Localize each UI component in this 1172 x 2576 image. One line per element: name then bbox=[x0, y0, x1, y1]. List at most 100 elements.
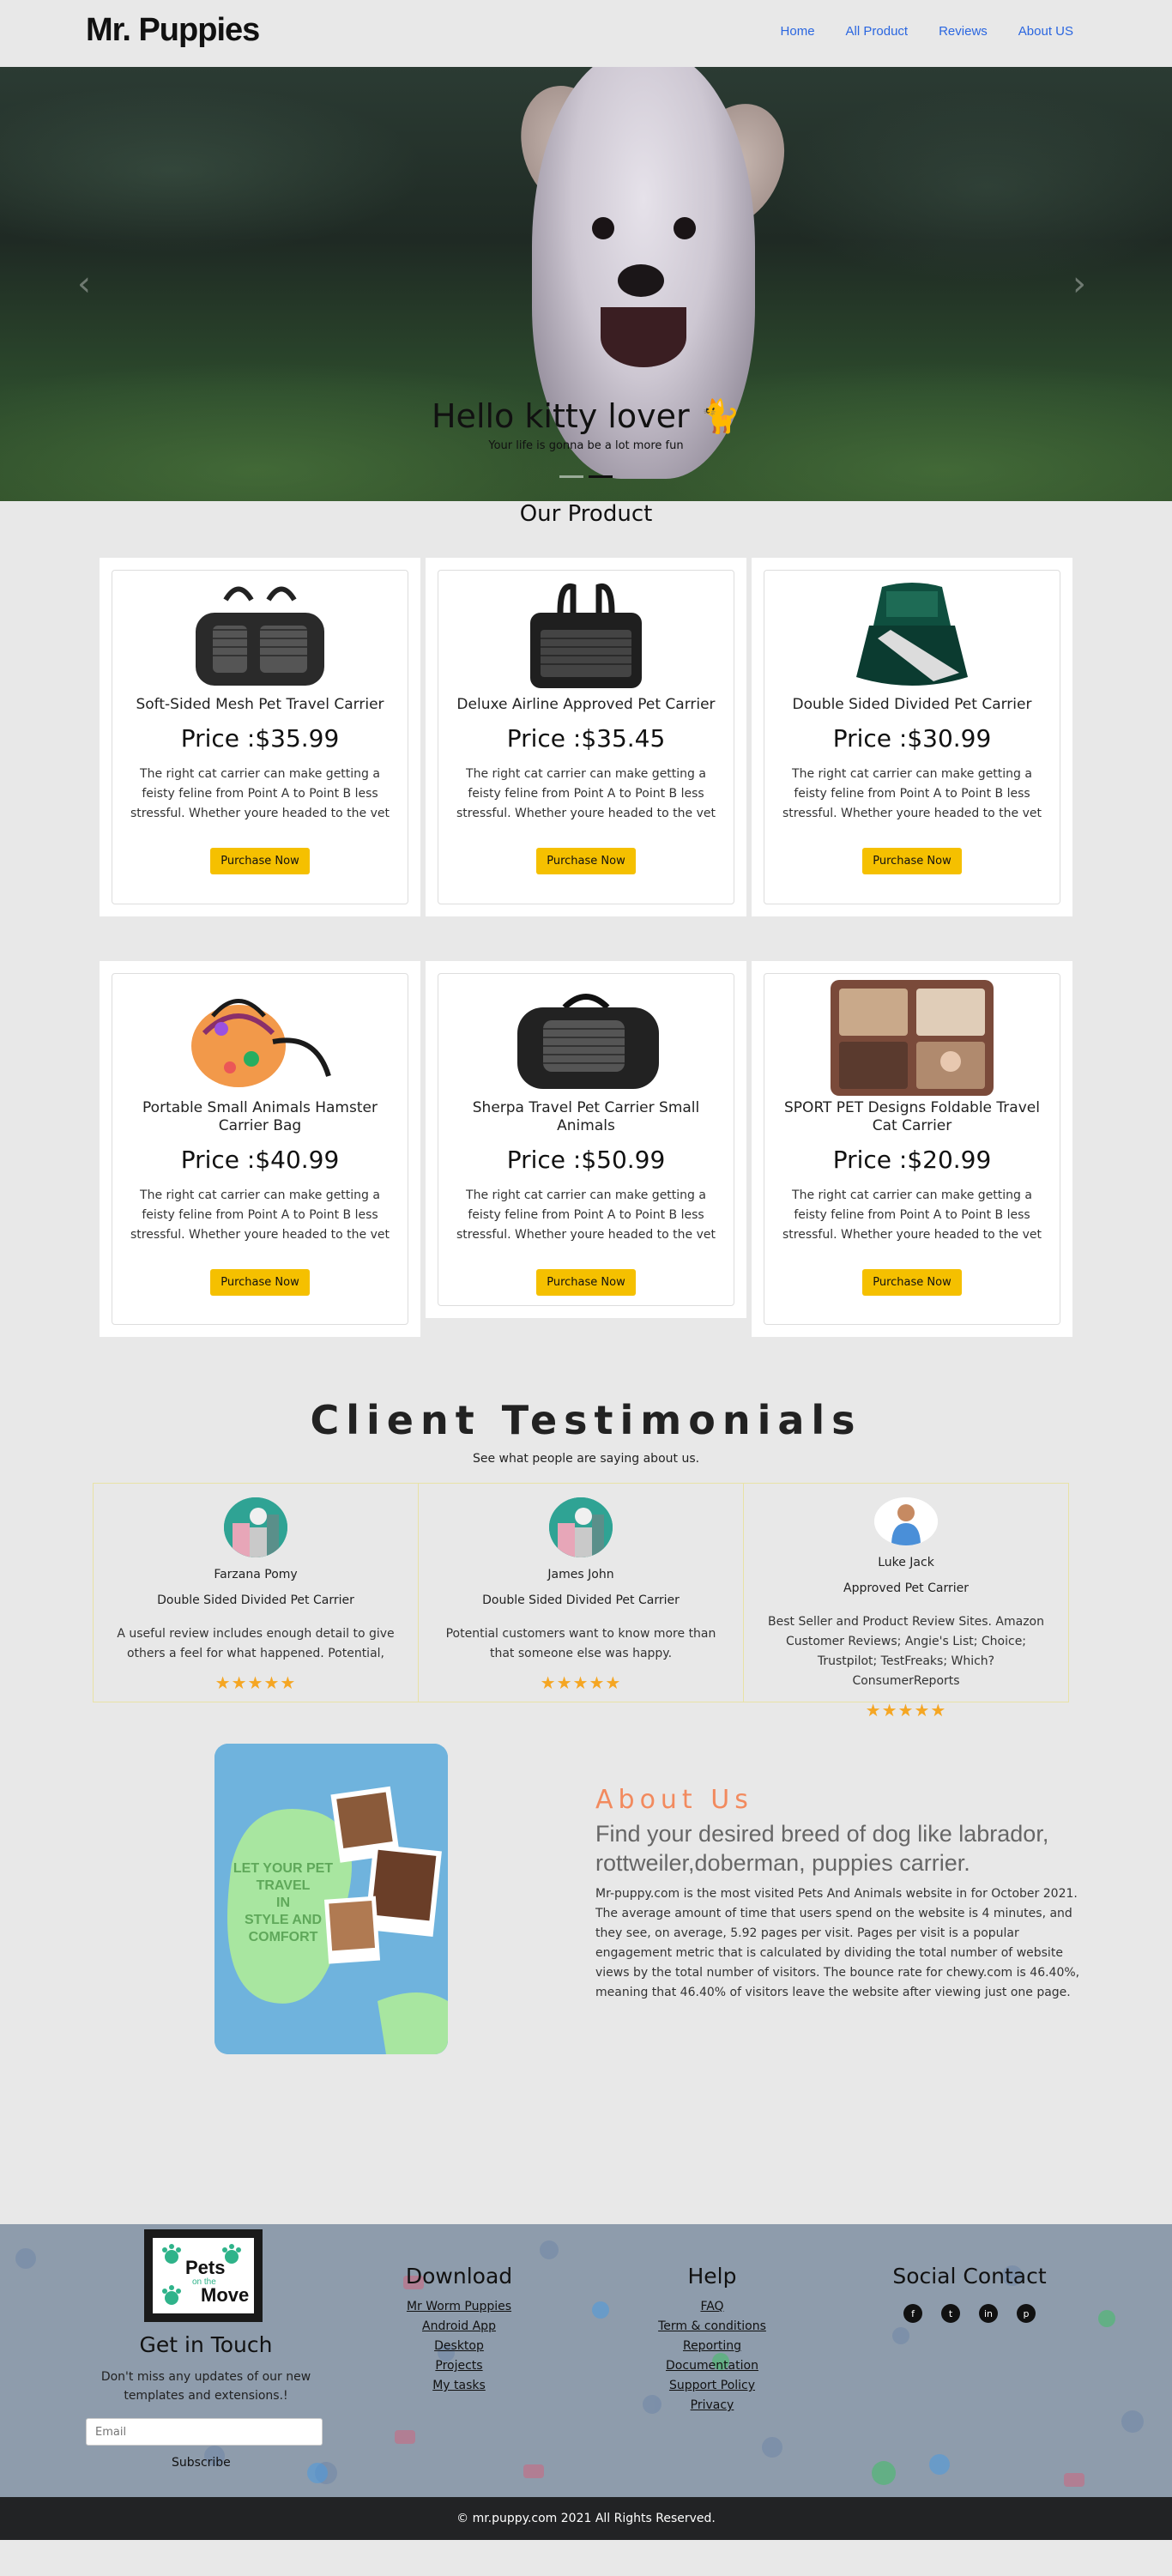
help-link-faq[interactable]: FAQ bbox=[635, 2297, 789, 2317]
help-link-support-policy[interactable]: Support Policy bbox=[635, 2376, 789, 2396]
avatar bbox=[549, 1497, 613, 1557]
about-subtitle: Find your desired breed of dog like labr… bbox=[595, 1821, 1049, 1876]
testimonial-card: James John Double Sided Divided Pet Carr… bbox=[419, 1484, 744, 1702]
testimonial-product: Double Sided Divided Pet Carrier bbox=[157, 1593, 354, 1607]
testimonials-row: Farzana Pomy Double Sided Divided Pet Ca… bbox=[93, 1483, 1069, 1720]
testimonials-title: Client Testimonials bbox=[310, 1397, 862, 1443]
brand-logo[interactable]: Mr. Puppies bbox=[86, 12, 260, 49]
help-link-reporting[interactable]: Reporting bbox=[635, 2337, 789, 2356]
product-description: The right cat carrier can make getting a… bbox=[456, 767, 716, 820]
product-image bbox=[447, 579, 725, 689]
copyright-bar: © mr.puppy.com 2021 All Rights Reserved. bbox=[0, 2497, 1172, 2540]
nav-link-about[interactable]: About US bbox=[1018, 24, 1073, 39]
product-price: Price :$20.99 bbox=[832, 1146, 992, 1174]
hero-dog-eye bbox=[674, 217, 696, 239]
subscribe-button[interactable]: Subscribe bbox=[172, 2456, 231, 2470]
about-image: LET YOUR PET TRAVEL IN STYLE AND COMFORT bbox=[214, 1744, 448, 2054]
nav-link-home[interactable]: Home bbox=[781, 24, 815, 39]
footer-download: Download Mr Worm Puppies Android App Des… bbox=[378, 2264, 541, 2396]
download-link[interactable]: Projects bbox=[378, 2356, 541, 2376]
product-card-inner: Deluxe Airline Approved Pet Carrier Pric… bbox=[438, 570, 734, 904]
carousel-next-icon[interactable]: › bbox=[1072, 264, 1086, 304]
product-price: Price :$35.45 bbox=[506, 724, 666, 753]
footer-social: Social Contact f t in p bbox=[867, 2264, 1072, 2323]
hero-carousel: ‹ › Hello kitty lover 🐈 Your life is gon… bbox=[0, 67, 1172, 501]
testimonial-name: James John bbox=[547, 1568, 614, 1581]
pinterest-icon[interactable]: p bbox=[1017, 2304, 1036, 2323]
product-name: Deluxe Airline Approved Pet Carrier bbox=[456, 696, 716, 713]
hero-dog-nose bbox=[618, 264, 664, 297]
logo-text-pets: Pets bbox=[185, 2257, 226, 2278]
product-card-inner: Double Sided Divided Pet Carrier Price :… bbox=[764, 570, 1060, 904]
product-image bbox=[773, 979, 1051, 1096]
star-rating-icon: ★★★★★ bbox=[214, 1672, 297, 1693]
nav-links: Home All Product Reviews About US bbox=[781, 24, 1073, 39]
footer: Pets on the Move Get in Touch Don't miss… bbox=[0, 2224, 1172, 2497]
product-image bbox=[773, 579, 1051, 689]
purchase-now-button[interactable]: Purchase Now bbox=[536, 848, 636, 874]
facebook-icon[interactable]: f bbox=[903, 2304, 922, 2323]
about-body: Mr-puppy.com is the most visited Pets An… bbox=[595, 1887, 1080, 1999]
help-title: Help bbox=[687, 2264, 737, 2289]
purchase-now-button[interactable]: Purchase Now bbox=[536, 1269, 636, 1296]
hero-title: Hello kitty lover 🐈 bbox=[431, 397, 741, 435]
hero-subtitle: Your life is gonna be a lot more fun bbox=[488, 439, 684, 452]
avatar bbox=[224, 1497, 287, 1557]
hero-caption: Hello kitty lover 🐈 Your life is gonna b… bbox=[0, 397, 1172, 452]
product-card: Portable Small Animals Hamster Carrier B… bbox=[100, 961, 420, 1337]
product-price: Price :$35.99 bbox=[180, 724, 340, 753]
email-input[interactable] bbox=[86, 2418, 323, 2446]
product-card-inner: Sherpa Travel Pet Carrier Small Animals … bbox=[438, 973, 734, 1306]
nav-link-all-product[interactable]: All Product bbox=[846, 24, 909, 39]
carousel-prev-icon[interactable]: ‹ bbox=[77, 264, 91, 304]
linkedin-icon[interactable]: in bbox=[979, 2304, 998, 2323]
logo-text-move: Move bbox=[201, 2284, 250, 2306]
download-title: Download bbox=[405, 2264, 513, 2289]
download-link[interactable]: Desktop bbox=[378, 2337, 541, 2356]
testimonial-product: Double Sided Divided Pet Carrier bbox=[482, 1593, 680, 1607]
product-card-inner: Portable Small Animals Hamster Carrier B… bbox=[112, 973, 408, 1325]
testimonial-name: Farzana Pomy bbox=[214, 1568, 298, 1581]
nav-link-reviews[interactable]: Reviews bbox=[939, 24, 988, 39]
product-price: Price :$30.99 bbox=[832, 724, 992, 753]
product-name: SPORT PET Designs Foldable Travel Cat Ca… bbox=[784, 1099, 1040, 1134]
social-title: Social Contact bbox=[892, 2264, 1047, 2289]
product-card: Double Sided Divided Pet Carrier Price :… bbox=[752, 558, 1072, 916]
carousel-indicators bbox=[559, 475, 613, 478]
footer-help: Help FAQ Term & conditions Reporting Doc… bbox=[635, 2264, 789, 2416]
carousel-indicator-active[interactable] bbox=[589, 475, 613, 478]
product-description: The right cat carrier can make getting a… bbox=[782, 767, 1042, 820]
purchase-now-button[interactable]: Purchase Now bbox=[862, 848, 962, 874]
carousel-indicator[interactable] bbox=[559, 475, 583, 478]
footer-logo: Pets on the Move bbox=[144, 2229, 263, 2322]
product-image bbox=[121, 579, 399, 689]
product-card: Sherpa Travel Pet Carrier Small Animals … bbox=[426, 961, 746, 1318]
product-card: Soft-Sided Mesh Pet Travel Carrier Price… bbox=[100, 558, 420, 916]
testimonial-card: Farzana Pomy Double Sided Divided Pet Ca… bbox=[94, 1484, 419, 1702]
purchase-now-button[interactable]: Purchase Now bbox=[210, 848, 310, 874]
testimonial-name: Luke Jack bbox=[878, 1556, 934, 1569]
product-name: Soft-Sided Mesh Pet Travel Carrier bbox=[136, 696, 384, 713]
product-description: The right cat carrier can make getting a… bbox=[130, 1188, 390, 1242]
star-rating-icon: ★★★★★ bbox=[865, 1700, 947, 1720]
navbar: Mr. Puppies Home All Product Reviews Abo… bbox=[0, 0, 1172, 67]
product-description: The right cat carrier can make getting a… bbox=[782, 1188, 1042, 1242]
download-link[interactable]: Android App bbox=[378, 2317, 541, 2337]
product-card-inner: SPORT PET Designs Foldable Travel Cat Ca… bbox=[764, 973, 1060, 1325]
purchase-now-button[interactable]: Purchase Now bbox=[210, 1269, 310, 1296]
star-rating-icon: ★★★★★ bbox=[540, 1672, 622, 1693]
help-link-privacy[interactable]: Privacy bbox=[635, 2396, 789, 2416]
help-link-terms[interactable]: Term & conditions bbox=[635, 2317, 789, 2337]
testimonial-text: Potential customers want to know more th… bbox=[445, 1627, 716, 1660]
help-link-documentation[interactable]: Documentation bbox=[635, 2356, 789, 2376]
purchase-now-button[interactable]: Purchase Now bbox=[862, 1269, 962, 1296]
download-link[interactable]: My tasks bbox=[378, 2376, 541, 2396]
download-link[interactable]: Mr Worm Puppies bbox=[378, 2297, 541, 2317]
twitter-icon[interactable]: t bbox=[941, 2304, 960, 2323]
product-name: Portable Small Animals Hamster Carrier B… bbox=[142, 1099, 378, 1134]
hero-dog-mouth bbox=[601, 307, 686, 367]
product-price: Price :$50.99 bbox=[506, 1146, 666, 1174]
testimonial-product: Approved Pet Carrier bbox=[843, 1581, 969, 1595]
product-price: Price :$40.99 bbox=[180, 1146, 340, 1174]
testimonials-subtitle: See what people are saying about us. bbox=[472, 1452, 700, 1466]
